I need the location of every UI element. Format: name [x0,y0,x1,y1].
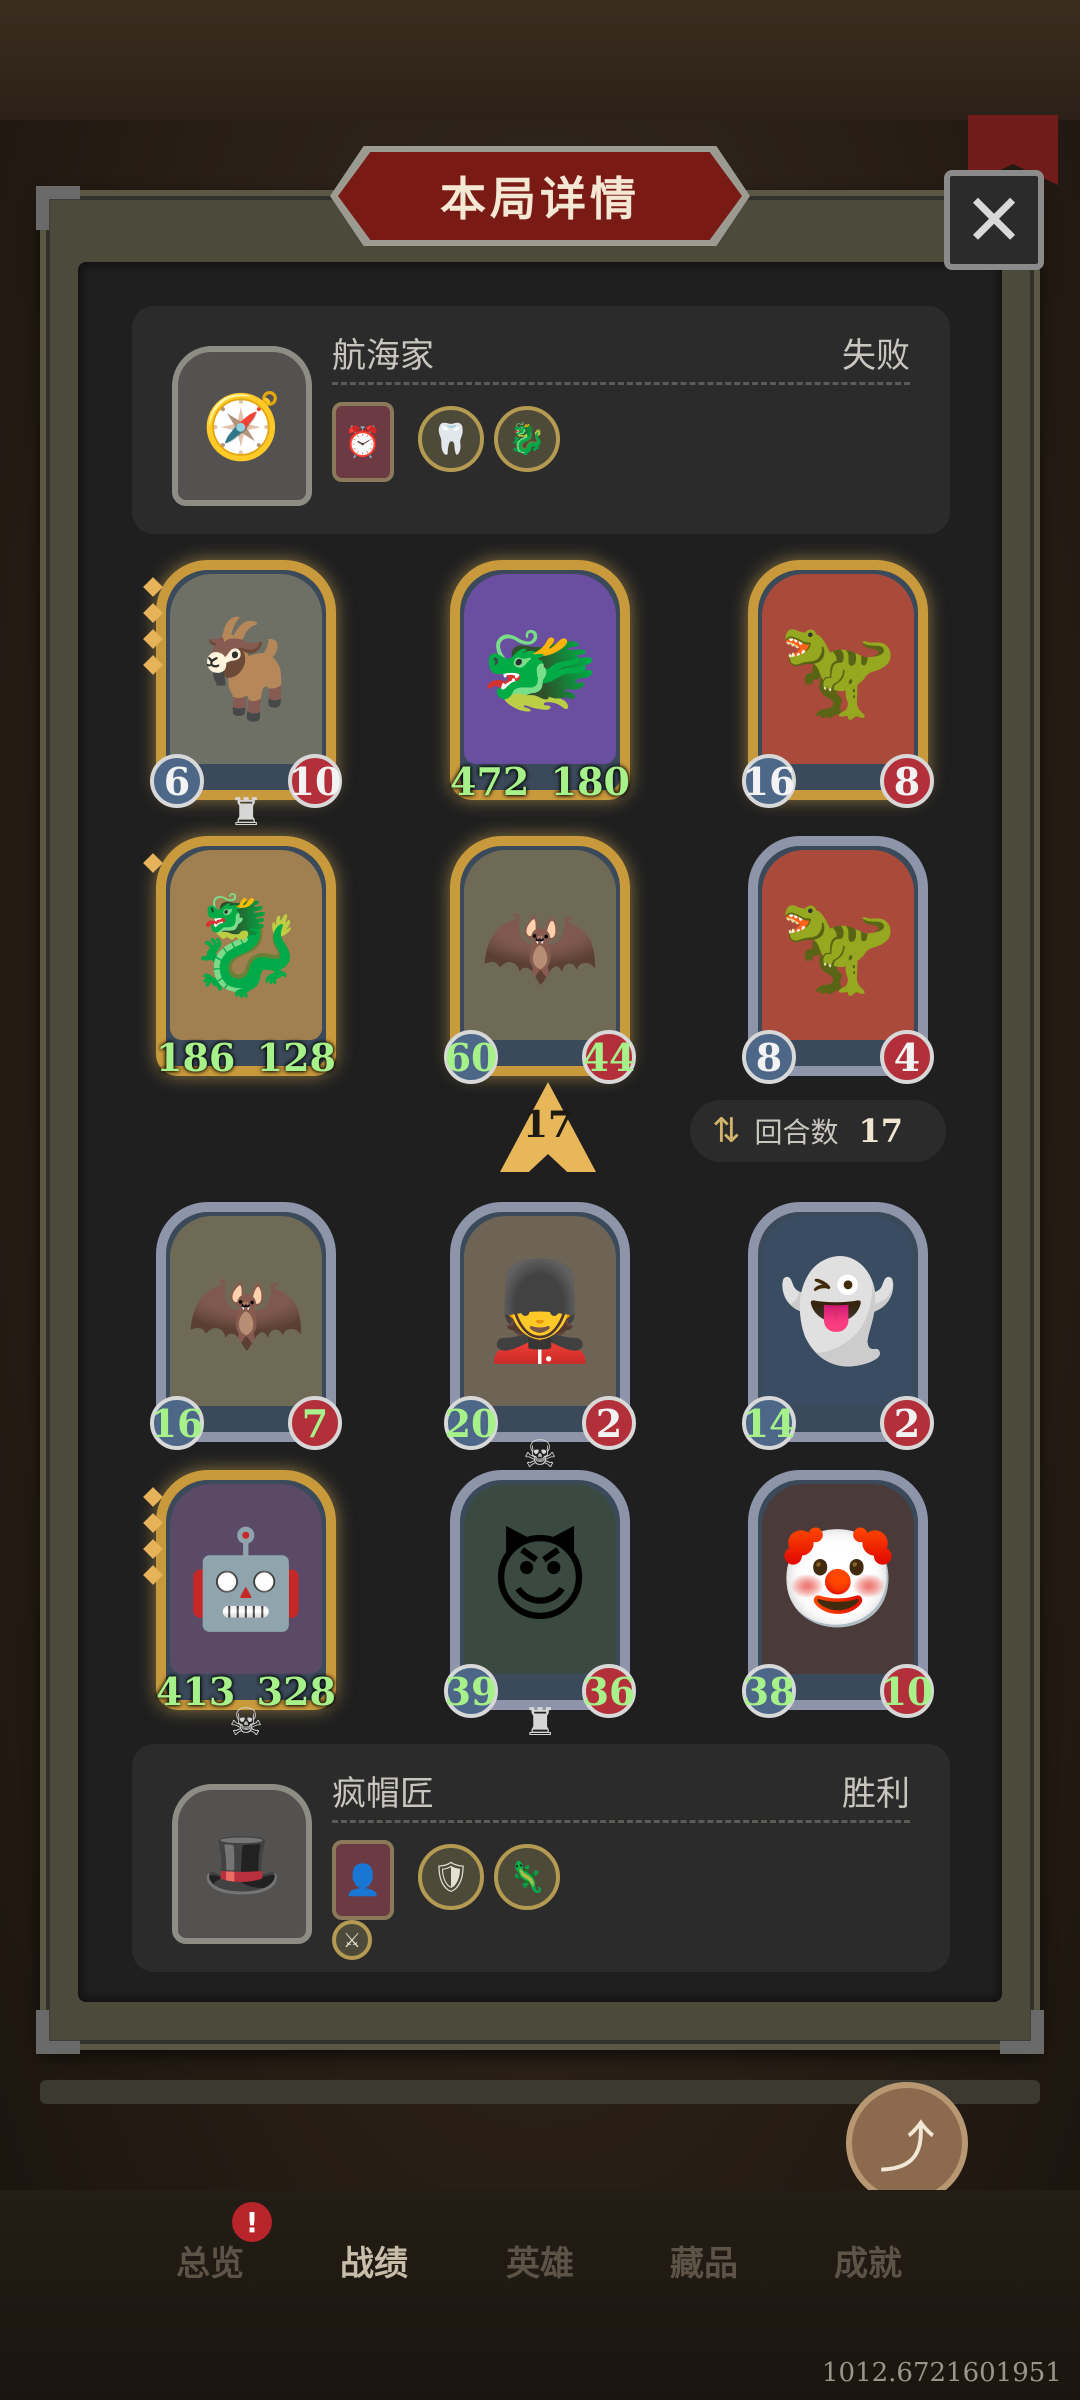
notification-badge: ! [232,2202,272,2242]
attack-value: 14 [742,1396,796,1450]
rune-coin-icon[interactable]: 🛡 [418,1844,484,1910]
page-title: 本局详情 [440,172,640,226]
opponent-result: 失败 [842,336,910,376]
minion-card-green-dragon[interactable]: 🦖 16 8 [742,560,934,808]
tier-pip [143,1513,163,1533]
tier-pip [143,577,163,597]
health-value: 180 [550,758,630,804]
nav-records[interactable]: 战绩 [340,2236,408,2285]
tier-pips [143,853,163,873]
top-backdrop [0,0,1080,120]
minion-card-white-serpent[interactable]: 🐉 186 128 [143,836,336,1080]
minion-card-bat-beast[interactable]: 🦇 60 44 [444,836,636,1084]
player-name: 疯帽匠 [332,1774,434,1814]
health-value: 36 [582,1664,636,1718]
tier-pip [143,655,163,675]
minion-card-green-dragon-2[interactable]: 🦖 8 4 [742,836,934,1084]
minion-art: 🐲 [464,574,616,764]
minion-art: 🦇 [464,850,616,1040]
attack-value: 186 [156,1034,236,1080]
title-plaque: 本局详情 [338,152,742,240]
opponent-name: 航海家 [332,336,434,376]
sword-badge-icon[interactable]: ⚔ [332,1920,372,1960]
nav-collection[interactable]: 藏品 [670,2236,738,2285]
health-value: 44 [582,1030,636,1084]
attack-value: 16 [150,1396,204,1450]
dragon-coin-icon[interactable]: 🐉 [494,406,560,472]
tier-pip [143,853,163,873]
minion-art: 🦖 [762,850,914,1040]
round-value: 17 [858,1112,904,1150]
nav-overview[interactable]: 总览 [176,2236,244,2285]
minion-art: 🤡 [762,1484,914,1674]
health-value: 10 [288,754,342,808]
close-button[interactable]: ✕ [944,170,1044,270]
attack-value: 20 [444,1396,498,1450]
tier-pip [143,603,163,623]
health-value: 8 [880,754,934,808]
opponent-portrait[interactable]: 🧭 [172,346,312,506]
taunt-icon: ♜ [522,1700,558,1744]
attack-value: 6 [150,754,204,808]
minion-card-demon-girl[interactable]: 😈 39 36 ♜ [444,1470,636,1744]
minion-art: 🦇 [170,1216,322,1406]
attack-value: 38 [742,1664,796,1718]
attack-value: 39 [444,1664,498,1718]
share-icon: ⤴ [879,2115,935,2181]
tier-pips [143,577,163,675]
nav-heroes[interactable]: 英雄 [506,2236,574,2285]
minion-card-bat-beast[interactable]: 🦇 16 7 [150,1202,342,1450]
attack-value: 60 [444,1030,498,1084]
attack-value: 8 [742,1030,796,1084]
minion-art: 🦖 [762,574,914,764]
round-count: ⇅ 回合数 17 [690,1100,946,1162]
health-value: 4 [880,1030,934,1084]
tier-pip [143,1539,163,1559]
minion-card-toy-soldier[interactable]: 💂 20 2 ☠ [444,1202,636,1476]
attack-value: 16 [742,754,796,808]
divider [332,1820,910,1823]
minion-card-blue-dragon[interactable]: 🐲 472 180 [450,560,630,804]
tier-pip [143,629,163,649]
minion-card-goat-dragon[interactable]: 🐐 6 10 ♜ [143,560,342,834]
player-portrait[interactable]: 🎩 [172,1784,312,1944]
round-label: 回合数 [754,1116,839,1149]
minion-card-ghost-beast[interactable]: 👻 14 2 [742,1202,934,1450]
divider [332,382,910,385]
deathrattle-icon: ☠ [228,1700,264,1744]
minion-art: 💂 [464,1216,616,1406]
minion-art: 🐉 [170,850,322,1040]
health-value: 2 [582,1396,636,1450]
nav-achievements[interactable]: 成就 [834,2236,902,2285]
clock-card-icon[interactable]: ⏰ [332,402,394,482]
attack-value: 413 [156,1668,236,1714]
minion-art: 😈 [464,1484,616,1674]
tier-pip [143,1565,163,1585]
health-value: 2 [880,1396,934,1450]
health-value: 128 [256,1034,336,1080]
minion-card-clown[interactable]: 🤡 38 10 [742,1470,934,1718]
minion-art: 👻 [762,1216,914,1406]
tier-pips [143,1487,163,1585]
taunt-icon: ♜ [228,790,264,834]
turn-number: 17 [522,1104,574,1146]
minion-art: 🐐 [170,574,322,764]
close-icon: ✕ [963,178,1025,262]
share-button[interactable]: ⤴ [846,2082,968,2204]
refresh-icon: ⇅ [712,1111,741,1151]
hooded-card-icon[interactable]: 👤 [332,1840,394,1920]
wing-coin-icon[interactable]: 🦎 [494,1844,560,1910]
tier-pip [143,1487,163,1507]
health-value: 328 [256,1668,336,1714]
health-value: 10 [880,1664,934,1718]
player-panel: 🎩 疯帽匠 胜利 👤 🛡 🦎 ⚔ [132,1744,950,1972]
minion-card-robot[interactable]: 🤖 413 328 ☠ [143,1470,336,1744]
minion-art: 🤖 [170,1484,322,1674]
shark-coin-icon[interactable]: 🦷 [418,406,484,472]
version-text: 1012.6721601951 [822,2358,1062,2388]
attack-value: 472 [450,758,530,804]
player-result: 胜利 [842,1774,910,1814]
health-value: 7 [288,1396,342,1450]
opponent-panel: 🧭 航海家 失败 ⏰ 🦷 🐉 [132,306,950,534]
